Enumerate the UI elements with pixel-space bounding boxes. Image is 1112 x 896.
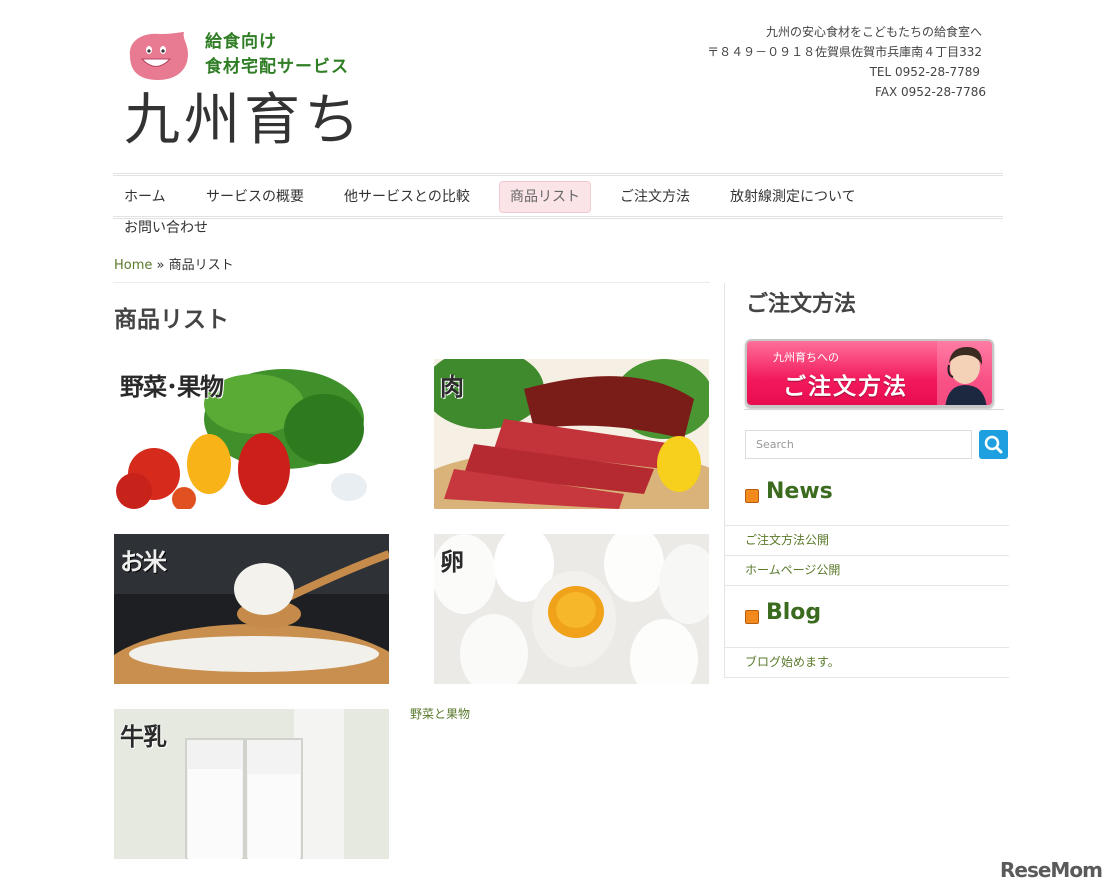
vegetables-fruits-link[interactable]: 野菜と果物 <box>410 705 470 722</box>
contact-fax: FAX 0952-28-7786 <box>874 85 986 99</box>
product-vegetables[interactable]: 野菜･果物 <box>114 359 389 509</box>
contact-address: 〒８４９－０９１８佐賀県佐賀市兵庫南４丁目332 <box>707 45 982 59</box>
blog-widget-title[interactable]: Blog <box>766 600 821 625</box>
news-widget-title[interactable]: News <box>766 479 833 504</box>
product-label: 卵 <box>440 547 464 576</box>
breadcrumb-current: 商品リスト <box>168 258 234 273</box>
product-label: 牛乳 <box>120 722 167 751</box>
breadcrumb: Home » 商品リスト <box>114 254 234 273</box>
product-label: お米 <box>120 547 167 576</box>
mascot-face-icon <box>129 32 188 80</box>
product-label: 肉 <box>440 372 464 401</box>
rss-icon[interactable] <box>745 610 759 624</box>
tagline-line2: 食材宅配サービス <box>205 57 349 77</box>
search-input[interactable] <box>745 430 972 459</box>
nav-item-service-overview[interactable]: サービスの概要 <box>196 182 314 212</box>
operator-avatar-icon <box>937 341 992 405</box>
nav-item-product-list[interactable]: 商品リスト <box>500 182 590 212</box>
main-nav: ホーム サービスの概要 他サービスとの比較 商品リスト ご注文方法 放射線測定に… <box>113 173 1003 236</box>
blog-item[interactable]: ブログ始めます。 <box>724 647 1009 677</box>
contact-slogan: 九州の安心食材をこどもたちの給食室へ <box>765 25 982 39</box>
sidebar-order-title: ご注文方法 <box>746 292 857 317</box>
logo-tagline: 給食向け 食材宅配サービス <box>205 30 349 80</box>
banner-subtitle: 九州育ちへの <box>773 351 839 364</box>
search-icon <box>984 435 1003 454</box>
rss-icon[interactable] <box>745 489 759 503</box>
divider <box>724 677 1009 678</box>
nav-item-order-method[interactable]: ご注文方法 <box>610 182 700 212</box>
divider <box>724 283 725 678</box>
breadcrumb-home-link[interactable]: Home <box>114 258 152 273</box>
meat-image <box>434 359 709 509</box>
nav-item-radiation[interactable]: 放射線測定について <box>720 182 866 212</box>
divider <box>113 282 710 283</box>
nav-item-contact[interactable]: お問い合わせ <box>114 213 218 243</box>
breadcrumb-separator: » <box>156 258 165 273</box>
site-title[interactable]: 九州育ち <box>124 86 364 156</box>
news-item[interactable]: ホームページ公開 <box>724 555 1009 585</box>
product-label: 野菜･果物 <box>120 372 224 401</box>
product-rice[interactable]: お米 <box>114 534 389 684</box>
banner-title: ご注文方法 <box>783 374 908 400</box>
eggs-image <box>434 534 709 684</box>
product-milk[interactable]: 牛乳 <box>114 709 389 859</box>
divider <box>744 409 1004 410</box>
news-item[interactable]: ご注文方法公開 <box>724 525 1009 555</box>
product-meat[interactable]: 肉 <box>434 359 709 509</box>
contact-tel: TEL 0952-28-7789 <box>869 65 980 79</box>
resemom-watermark: ReseMom <box>1000 858 1103 882</box>
contact-info: 九州の安心食材をこどもたちの給食室へ 〒８４９－０９１８佐賀県佐賀市兵庫南４丁目… <box>707 22 986 102</box>
nav-item-home[interactable]: ホーム <box>114 182 176 212</box>
page-title: 商品リスト <box>114 307 229 333</box>
divider <box>724 585 1009 586</box>
order-method-banner[interactable]: 九州育ちへの ご注文方法 <box>745 339 994 407</box>
search-button[interactable] <box>979 430 1008 459</box>
product-eggs[interactable]: 卵 <box>434 534 709 684</box>
tagline-line1: 給食向け <box>205 32 277 52</box>
nav-item-comparison[interactable]: 他サービスとの比較 <box>334 182 480 212</box>
